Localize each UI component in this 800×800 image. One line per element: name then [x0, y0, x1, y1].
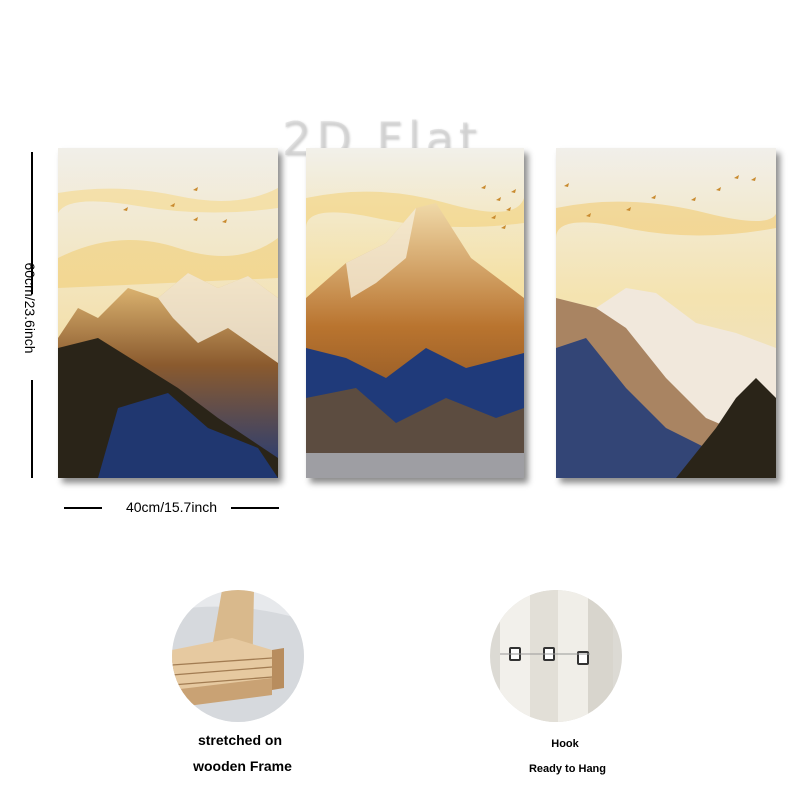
hook-photo: [490, 590, 622, 722]
frame-caption-line1: stretched on: [197, 732, 282, 748]
height-dimension-line-bottom: [31, 380, 33, 478]
width-dimension-line-left: [64, 507, 102, 509]
width-dimension-label: 40cm/15.7inch: [125, 499, 218, 515]
wooden-frame-photo: [172, 590, 304, 722]
mountain-left-painting: [58, 148, 278, 478]
canvas-panel-left: [58, 148, 278, 478]
mountain-right-painting: [556, 148, 776, 478]
canvas-panel-right: [556, 148, 776, 478]
frame-caption-line2: wooden Frame: [193, 758, 292, 774]
hook-caption-line1: Hook: [551, 738, 579, 750]
hook-caption-line2: Ready to Hang: [528, 763, 606, 775]
mountain-peak-painting: [306, 148, 524, 478]
height-dimension-label: 60cm/23.6inch: [22, 262, 38, 354]
canvas-panel-center: [306, 148, 524, 478]
hook-icon: [490, 590, 622, 722]
wooden-frame-icon: [172, 590, 304, 722]
